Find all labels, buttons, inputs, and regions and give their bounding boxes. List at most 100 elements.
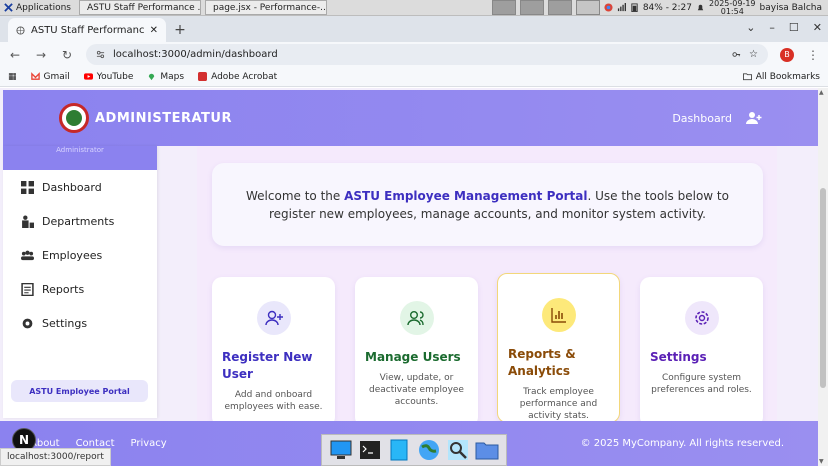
window-chevron-icon[interactable]: ⌄ (746, 21, 755, 34)
card-title: Manage Users (365, 350, 461, 364)
dock-desktop-icon[interactable] (329, 438, 353, 462)
footer-copyright: © 2025 MyCompany. All rights reserved. (580, 438, 784, 449)
all-bookmarks[interactable]: All Bookmarks (742, 71, 820, 82)
clock[interactable]: 2025-09-19 01:54 (709, 0, 756, 16)
scrollbar-thumb[interactable] (820, 188, 826, 388)
profile-avatar[interactable]: B (780, 47, 794, 62)
sidebar-item-dashboard[interactable]: Dashboard (3, 170, 157, 204)
os-dock (321, 434, 507, 466)
bookmark-maps[interactable]: Maps (147, 72, 184, 82)
youtube-icon (83, 73, 93, 80)
user-add-icon[interactable] (746, 111, 762, 125)
workspace-1[interactable] (491, 0, 516, 15)
back-icon[interactable]: ← (8, 48, 22, 62)
top-navbar: ADMINISTERATUR Dashboard (3, 90, 818, 146)
taskbar-task-editor[interactable]: page.jsx - Performance-... (204, 0, 327, 15)
scroll-down-icon[interactable]: ▼ (819, 458, 824, 465)
maps-icon (149, 73, 155, 81)
tab-close-icon[interactable]: ✕ (150, 25, 158, 36)
os-taskbar: Applications ASTU Staff Performance ... … (0, 0, 828, 16)
page-scrollbar[interactable]: ▲ ▼ (818, 88, 828, 466)
window-maximize-icon[interactable]: ☐ (789, 21, 799, 34)
signal-icon (617, 3, 626, 12)
os-user-name[interactable]: bayisa Balcha (760, 3, 822, 13)
new-tab-button[interactable]: + (170, 20, 190, 40)
key-icon[interactable] (732, 50, 741, 59)
acrobat-icon (198, 72, 208, 81)
card-title: Reports & Analytics (508, 347, 576, 378)
bookmark-adobe[interactable]: Adobe Acrobat (198, 72, 277, 82)
dashboard-icon (21, 180, 34, 194)
footer-link-privacy[interactable]: Privacy (130, 438, 166, 449)
bookmark-label: Gmail (43, 71, 70, 82)
sidebar-item-label: Dashboard (42, 180, 102, 194)
settings-gear-icon (22, 318, 33, 328)
dock-folder-icon[interactable] (475, 438, 499, 462)
gmail-icon (30, 72, 40, 80)
status-bar-url: localhost:3000/report (0, 448, 111, 466)
welcome-text: Welcome to the ASTU Employee Management … (242, 187, 733, 223)
address-bar[interactable]: localhost:3000/admin/dashboard ☆ (86, 44, 768, 65)
dock-terminal-icon[interactable] (358, 438, 382, 462)
window-close-icon[interactable]: ✕ (813, 21, 822, 34)
bookmark-label: Maps (160, 71, 185, 82)
card-register-user[interactable]: Register New User Add and onboard employ… (212, 277, 335, 427)
card-description: Track employee performance and activity … (519, 387, 598, 421)
forward-icon[interactable]: → (34, 48, 48, 62)
workspace-4[interactable] (575, 0, 600, 15)
card-description: View, update, or deactivate employee acc… (369, 373, 464, 407)
dock-browser-globe-icon[interactable] (417, 438, 441, 462)
manage-users-icon (399, 301, 434, 335)
bookmark-youtube[interactable]: YouTube (83, 71, 134, 82)
workspace-2[interactable] (519, 0, 544, 15)
dock-files-icon[interactable] (387, 438, 411, 462)
card-description: Add and onboard employees with ease. (224, 390, 323, 412)
reports-icon (21, 282, 34, 296)
applications-icon (4, 3, 13, 12)
applications-menu[interactable]: Applications (0, 3, 75, 13)
browser-tab-active[interactable]: ASTU Staff Performance E ✕ (8, 18, 166, 42)
reload-icon[interactable]: ↻ (60, 48, 74, 62)
browser-tabstrip: ASTU Staff Performance E ✕ + ⌄ – ☐ ✕ (0, 16, 828, 42)
bookmark-label: YouTube (96, 71, 134, 82)
sidebar-item-reports[interactable]: Reports (3, 272, 157, 306)
university-logo (59, 103, 89, 133)
bar-chart-icon (541, 298, 576, 332)
card-description: Configure system preferences and roles. (651, 373, 752, 395)
card-settings[interactable]: Settings Configure system preferences an… (640, 277, 763, 427)
sidebar-item-settings[interactable]: Settings (3, 306, 157, 340)
sidebar-item-label: Settings (42, 316, 88, 330)
brand-title: ADMINISTERATUR (95, 110, 232, 126)
bookmark-star-icon[interactable]: ☆ (749, 49, 758, 60)
battery-icon (631, 3, 638, 12)
welcome-highlight: ASTU Employee Management Portal (344, 188, 588, 203)
nav-dashboard-link[interactable]: Dashboard (672, 112, 732, 125)
bell-icon[interactable] (696, 3, 705, 12)
browser-menu-icon[interactable]: ⋮ (806, 48, 820, 62)
taskbar-task-label: ASTU Staff Performance ... (86, 2, 201, 13)
chrome-tray-icon[interactable] (604, 3, 613, 12)
welcome-banner: Welcome to the ASTU Employee Management … (212, 163, 763, 246)
bookmark-gmail[interactable]: Gmail (30, 71, 70, 82)
sidebar-item-employees[interactable]: Employees (3, 238, 157, 272)
browser-tab-title: ASTU Staff Performance E (31, 24, 144, 36)
register-user-icon (256, 301, 291, 335)
card-title: Register New User (222, 350, 313, 381)
folder-icon (742, 73, 752, 81)
card-manage-users[interactable]: Manage Users View, update, or deactivate… (355, 277, 478, 427)
sidebar-item-departments[interactable]: Departments (3, 204, 157, 238)
scroll-up-icon[interactable]: ▲ (819, 89, 824, 96)
apps-grid-icon[interactable]: ▦ (8, 72, 17, 82)
all-bookmarks-label: All Bookmarks (755, 71, 820, 82)
sidebar-header: Administrator (3, 146, 157, 170)
site-info-icon[interactable] (96, 50, 105, 59)
bookmarks-bar: ▦ Gmail YouTube Maps Adobe Acrobat All B… (0, 67, 828, 87)
taskbar-task-label: page.jsx - Performance-... (212, 2, 327, 13)
dock-search-icon[interactable] (446, 438, 470, 462)
employees-icon (21, 250, 34, 260)
card-reports-analytics[interactable]: Reports & Analytics Track employee perfo… (497, 273, 620, 423)
window-minimize-icon[interactable]: – (769, 21, 775, 34)
departments-icon (22, 215, 34, 228)
workspace-3[interactable] (547, 0, 572, 15)
taskbar-task-browser[interactable]: ASTU Staff Performance ... (78, 0, 201, 15)
